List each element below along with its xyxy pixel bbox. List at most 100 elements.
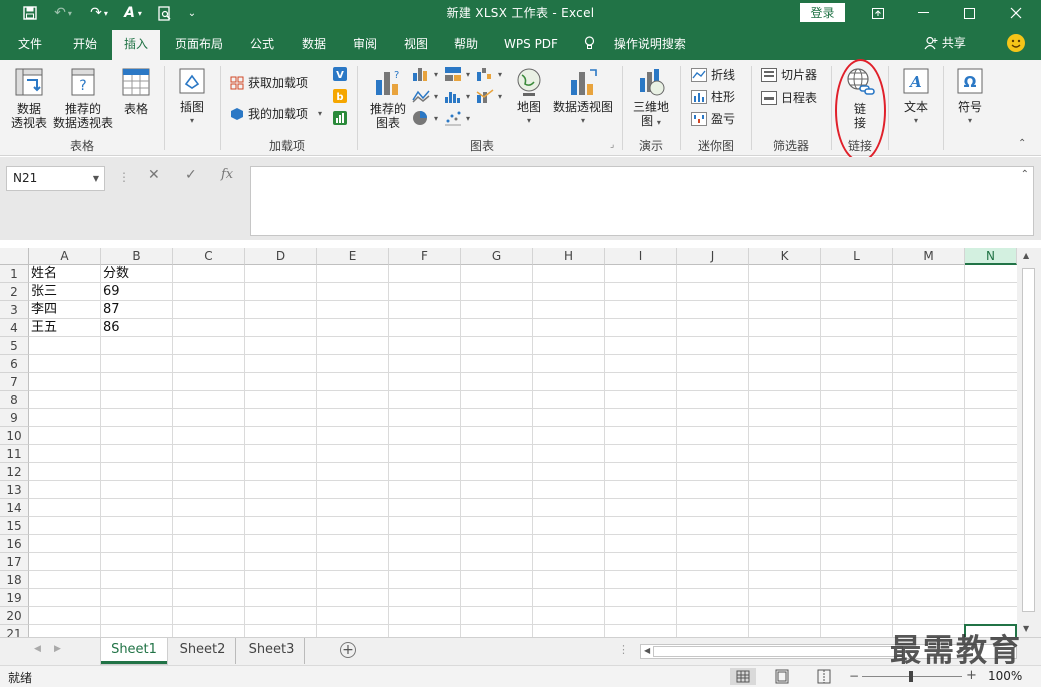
recommended-pivot-tables-button[interactable]: ? 推荐的 数据透视表 [52, 66, 114, 130]
symbols-button[interactable]: Ω 符号 ▾ [950, 66, 990, 128]
row-header[interactable]: 4 [0, 319, 29, 337]
column-header[interactable]: B [101, 248, 173, 265]
cell[interactable]: 69 [101, 283, 173, 301]
cell[interactable]: 李四 [29, 301, 101, 319]
row-header[interactable]: 3 [0, 301, 29, 319]
row-header[interactable]: 9 [0, 409, 29, 427]
row-header[interactable]: 11 [0, 445, 29, 463]
next-sheet-icon[interactable]: ▶ [54, 644, 61, 654]
bing-maps-icon[interactable]: b [332, 88, 348, 104]
column-header[interactable]: C [173, 248, 245, 265]
sparkline-column-button[interactable]: 柱形 [691, 88, 735, 105]
sheet-tab-sheet1[interactable]: Sheet1 [101, 638, 167, 664]
row-header[interactable]: 21 [0, 625, 29, 637]
cell[interactable]: 87 [101, 301, 173, 319]
row-header[interactable]: 5 [0, 337, 29, 355]
customize-quick-access-icon[interactable]: ⌄ [184, 3, 200, 23]
horizontal-scroll-thumb[interactable] [653, 646, 903, 657]
zoom-out-icon[interactable]: − [849, 669, 859, 683]
prev-sheet-icon[interactable]: ◀ [34, 644, 41, 654]
tab-review[interactable]: 审阅 [343, 30, 387, 60]
row-header[interactable]: 1 [0, 265, 29, 283]
insert-function-button[interactable]: fx [221, 167, 233, 182]
sparkline-line-button[interactable]: 折线 [691, 66, 735, 83]
slicer-button[interactable]: 切片器 [761, 66, 817, 83]
3d-map-button[interactable]: 三维地 图 ▾ [628, 66, 674, 130]
recommended-charts-button[interactable]: ? 推荐的 图表 [366, 66, 410, 130]
column-header[interactable]: E [317, 248, 389, 265]
column-header[interactable]: H [533, 248, 605, 265]
row-header[interactable]: 13 [0, 481, 29, 499]
tab-file[interactable]: 文件 [10, 30, 50, 60]
hierarchy-chart-icon[interactable]: ▾ [444, 66, 470, 82]
confirm-entry-icon[interactable]: ✓ [185, 167, 197, 183]
column-header[interactable]: A [29, 248, 101, 265]
cell[interactable]: 姓名 [29, 265, 101, 283]
zoom-level[interactable]: 100% [988, 669, 1022, 683]
column-header[interactable]: K [749, 248, 821, 265]
column-header[interactable]: G [461, 248, 533, 265]
normal-view-button[interactable] [730, 668, 756, 685]
scatter-chart-icon[interactable]: ▾ [444, 110, 470, 126]
row-header[interactable]: 8 [0, 391, 29, 409]
ribbon-display-options-icon[interactable] [855, 0, 901, 26]
pie-chart-icon[interactable]: ▾ [412, 110, 438, 126]
pivot-chart-button[interactable]: 数据透视图 ▾ [550, 66, 616, 128]
charts-dialog-launcher-icon[interactable]: ⌟ [610, 140, 614, 150]
my-addins-button[interactable]: 我的加载项 ▾ [230, 105, 322, 122]
waterfall-chart-icon[interactable]: ▾ [476, 66, 502, 82]
column-header[interactable]: I [605, 248, 677, 265]
zoom-slider-thumb[interactable] [909, 671, 913, 682]
row-header[interactable]: 16 [0, 535, 29, 553]
tab-home[interactable]: 开始 [62, 30, 108, 60]
print-preview-icon[interactable] [154, 3, 176, 23]
get-addins-button[interactable]: 获取加载项 [230, 74, 308, 91]
undo-icon[interactable]: ↶ ▾ [48, 3, 78, 23]
name-box[interactable]: N21 ▼ [6, 166, 105, 191]
tab-page-layout[interactable]: 页面布局 [168, 30, 230, 60]
vertical-scrollbar[interactable]: ▲ ▼ [1017, 248, 1041, 637]
row-header[interactable]: 12 [0, 463, 29, 481]
zoom-in-icon[interactable]: + [966, 668, 977, 683]
row-header[interactable]: 18 [0, 571, 29, 589]
tab-view[interactable]: 视图 [394, 30, 438, 60]
timeline-button[interactable]: 日程表 [761, 89, 817, 106]
collapse-ribbon-icon[interactable]: ⌃ [1018, 138, 1026, 149]
row-header[interactable]: 15 [0, 517, 29, 535]
column-header[interactable]: N [965, 248, 1017, 265]
worksheet-grid[interactable]: ABCDEFGHIJKLMN 1 2 3 4 5 6 7 8 9 10 11 12 13 14 15 16 17… [0, 240, 1041, 637]
close-icon[interactable] [993, 0, 1039, 26]
row-header[interactable]: 19 [0, 589, 29, 607]
cancel-entry-icon[interactable]: ✕ [148, 167, 160, 183]
name-box-dropdown-icon[interactable]: ▼ [93, 167, 99, 190]
font-color-quick-icon[interactable]: A ▾ [118, 3, 148, 23]
column-header[interactable]: D [245, 248, 317, 265]
column-header[interactable]: M [893, 248, 965, 265]
share-button[interactable]: 共享 [924, 34, 966, 51]
row-header[interactable]: 2 [0, 283, 29, 301]
redo-icon[interactable]: ↷ ▾ [84, 3, 114, 23]
column-header[interactable]: F [389, 248, 461, 265]
login-button[interactable]: 登录 [800, 3, 845, 22]
maps-button[interactable]: 地图 ▾ [510, 66, 548, 128]
tab-wps-pdf[interactable]: WPS PDF [497, 30, 565, 60]
tab-split-grip-icon[interactable]: ⋮ [618, 643, 629, 656]
sheet-tab-sheet3[interactable]: Sheet3 [239, 638, 305, 664]
page-break-view-icon[interactable] [814, 668, 834, 687]
column-chart-icon[interactable]: ▾ [412, 66, 438, 82]
people-graph-icon[interactable] [332, 110, 348, 126]
row-header[interactable]: 14 [0, 499, 29, 517]
row-header[interactable]: 20 [0, 607, 29, 625]
minimize-icon[interactable] [900, 0, 946, 26]
select-all-corner[interactable] [0, 248, 29, 265]
row-header[interactable]: 10 [0, 427, 29, 445]
tab-help[interactable]: 帮助 [444, 30, 488, 60]
formula-input[interactable]: ⌃ [250, 166, 1034, 236]
add-sheet-icon[interactable]: + [340, 642, 356, 658]
vertical-scroll-thumb[interactable] [1022, 268, 1035, 612]
scroll-up-icon[interactable]: ▲ [1023, 251, 1029, 260]
maximize-icon[interactable] [946, 0, 992, 26]
tell-me-search[interactable]: 操作说明搜索 [584, 30, 692, 60]
pivot-table-button[interactable]: 数据 透视表 [6, 66, 52, 130]
cell[interactable]: 张三 [29, 283, 101, 301]
